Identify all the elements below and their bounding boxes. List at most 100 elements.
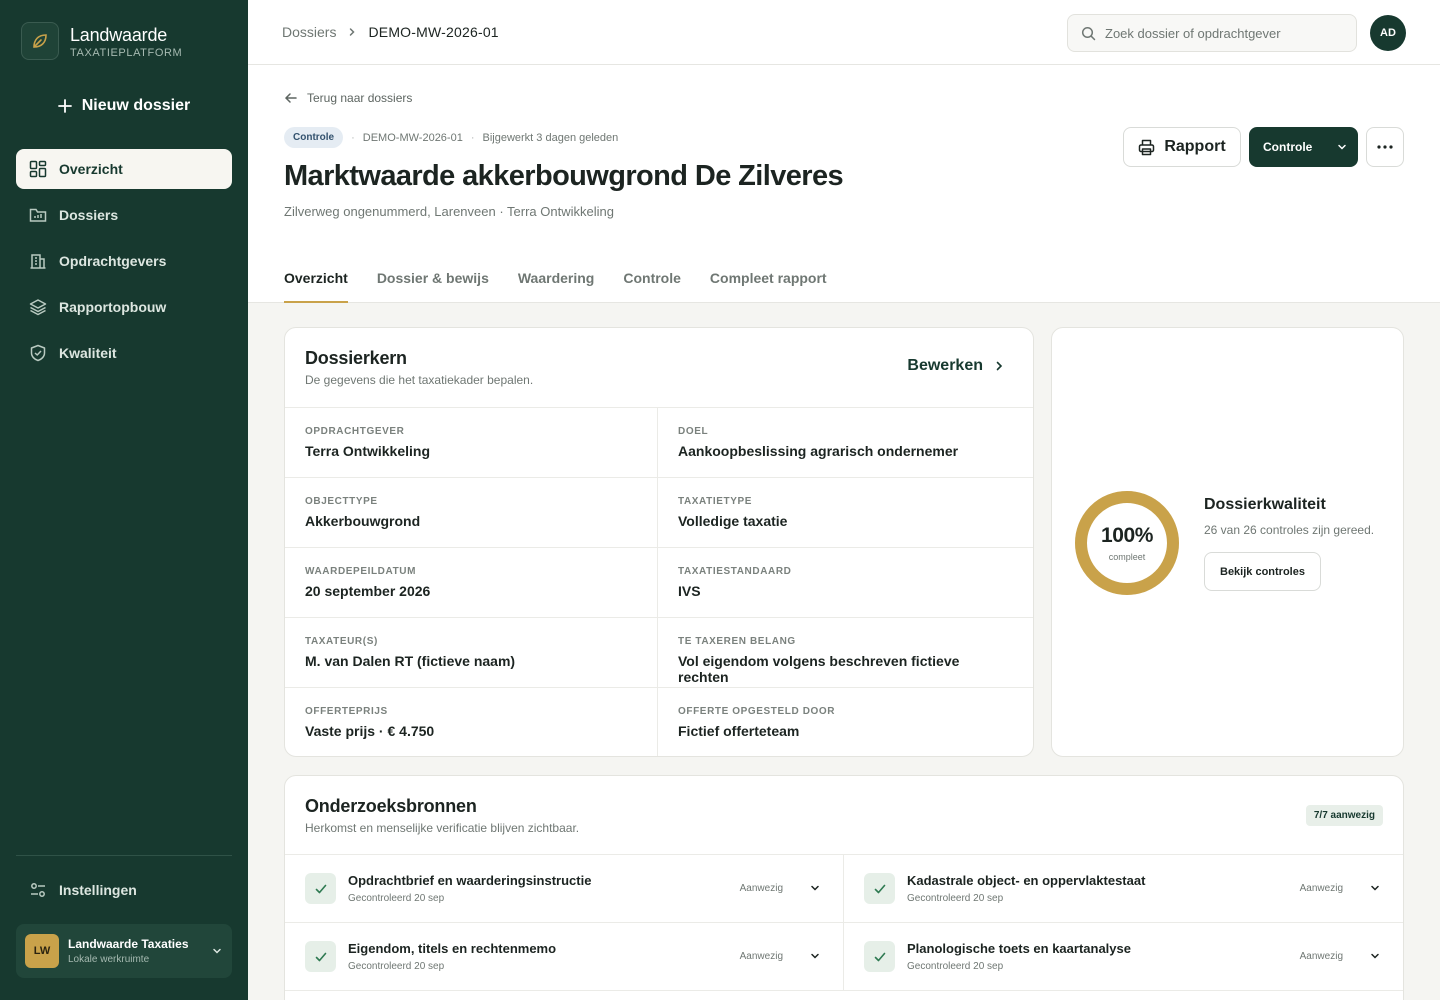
chevron-right-icon: [350, 28, 356, 36]
field-value: Akkerbouwgrond: [305, 513, 421, 529]
brand-name: Landwaarde: [70, 24, 168, 45]
workspace-switcher[interactable]: LW Landwaarde Taxaties Lokale werkruimte: [16, 924, 232, 978]
page-title: Marktwaarde akkerbouwgrond De Zilveres: [284, 160, 844, 192]
sidebar-item-opdrachtgevers[interactable]: Opdrachtgevers: [16, 241, 232, 281]
breadcrumb-dossiers[interactable]: Dossiers: [282, 24, 336, 40]
user-avatar[interactable]: AD: [1370, 15, 1406, 51]
sidebar-item-rapportopbouw[interactable]: Rapportopbouw: [16, 287, 232, 327]
breadcrumb: Dossiers DEMO-MW-2026-01: [282, 24, 499, 40]
field-offerteprijs: OFFERTEPRIJS Vaste prijs · € 4.750: [285, 688, 658, 756]
source-status: Aanwezig: [1299, 951, 1343, 962]
search-icon: [1081, 26, 1096, 40]
page-header: Terug naar dossiers Controle · DEMO-MW-2…: [248, 65, 1440, 303]
sidebar-item-label: Opdrachtgevers: [59, 253, 167, 269]
source-name: Kadastrale object- en oppervlaktestaat: [907, 873, 1146, 888]
controle-label: Controle: [1263, 140, 1313, 154]
separator-dot: ·: [351, 131, 355, 144]
brand[interactable]: Landwaarde TAXATIEPLATFORM: [21, 22, 182, 60]
source-status: Aanwezig: [739, 883, 783, 894]
tab-waardering[interactable]: Waardering: [518, 270, 595, 303]
check-icon: [864, 941, 895, 972]
dossier-fields: OPDRACHTGEVER Terra Ontwikkeling DOEL Aank…: [285, 408, 1033, 756]
source-checked: Gecontroleerd 20 sep: [907, 961, 1004, 972]
field-te-taxeren-belang: TE TAXEREN BELANG Vol eigendom volgens be…: [658, 618, 1033, 688]
list-item[interactable]: Eigendom, titels en rechtenmemo Gecontro…: [285, 923, 844, 991]
breadcrumb-current: DEMO-MW-2026-01: [368, 24, 499, 40]
tab-dossier-bewijs[interactable]: Dossier & bewijs: [377, 270, 489, 303]
shield-check-icon: [30, 344, 46, 362]
dossier-meta: Controle · DEMO-MW-2026-01 · Bijgewerkt …: [284, 127, 618, 148]
chevron-down-icon: [1338, 144, 1346, 150]
new-dossier-button[interactable]: Nieuw dossier: [16, 84, 232, 128]
topbar: Dossiers DEMO-MW-2026-01 Zoek dossier of…: [248, 0, 1440, 65]
chevron-down-icon[interactable]: [809, 882, 821, 894]
dossierkwaliteit-card: 100% compleet Dossierkwaliteit 26 van 26…: [1051, 327, 1404, 757]
sidebar-item-dossiers[interactable]: Dossiers: [16, 195, 232, 235]
tab-controle[interactable]: Controle: [623, 270, 681, 303]
source-checked: Gecontroleerd 20 sep: [348, 893, 445, 904]
separator-dot: ·: [470, 131, 475, 144]
brand-subtitle: TAXATIEPLATFORM: [70, 46, 183, 59]
more-horizontal-icon: [1377, 145, 1393, 149]
list-item[interactable]: Opdrachtbrief en waarderingsinstructie G…: [285, 855, 844, 923]
tab-compleet-rapport[interactable]: Compleet rapport: [710, 270, 827, 303]
rapport-button[interactable]: Rapport: [1123, 127, 1241, 167]
workspace-subtitle: Lokale werkruimte: [68, 954, 150, 965]
quality-subtitle: 26 van 26 controles zijn gereed.: [1204, 523, 1375, 537]
sidebar-item-kwaliteit[interactable]: Kwaliteit: [16, 333, 232, 373]
sidebar-item-label: Kwaliteit: [59, 345, 117, 361]
list-item[interactable]: Planologische toets en kaartanalyse Geco…: [844, 923, 1403, 991]
field-value: Vaste prijs · € 4.750: [305, 723, 435, 739]
sidebar-item-instellingen[interactable]: Instellingen: [16, 870, 232, 910]
field-label: OFFERTEPRIJS: [305, 706, 388, 717]
source-status: Aanwezig: [1299, 883, 1343, 894]
field-value: Vol eigendom volgens beschreven fictieve…: [678, 653, 960, 685]
folder-icon: [29, 208, 47, 222]
sidebar-item-overzicht[interactable]: Overzicht: [16, 149, 232, 189]
field-label: OFFERTE OPGESTELD DOOR: [678, 706, 836, 717]
workspace-avatar: LW: [25, 934, 59, 968]
dossierkern-card: Dossierkern De gegevens die het taxatiek…: [284, 327, 1034, 757]
more-options-button[interactable]: [1366, 127, 1404, 167]
sidebar-item-label: Overzicht: [59, 161, 123, 177]
field-opdrachtgever: OPDRACHTGEVER Terra Ontwikkeling: [285, 408, 658, 478]
field-value: IVS: [678, 583, 701, 599]
controle-dropdown-button[interactable]: Controle: [1249, 127, 1358, 167]
leaf-logo-icon: [21, 22, 59, 60]
plus-icon: [57, 99, 72, 113]
settings-label: Instellingen: [59, 882, 137, 898]
rapport-label: Rapport: [1164, 138, 1226, 155]
sidebar: Landwaarde TAXATIEPLATFORM Nieuw dossier…: [0, 0, 248, 1000]
sources-list: Opdrachtbrief en waarderingsinstructie G…: [285, 855, 1403, 991]
chevron-down-icon[interactable]: [809, 950, 821, 962]
chevron-down-icon[interactable]: [1369, 950, 1381, 962]
updated-text: Bijgewerkt 3 dagen geleden: [482, 131, 619, 144]
quality-percent: 100%: [1100, 524, 1154, 547]
field-offerte-opgesteld-door: OFFERTE OPGESTELD DOOR Fictief offertetea…: [658, 688, 1033, 756]
source-name: Opdrachtbrief en waarderingsinstructie: [348, 873, 592, 888]
check-icon: [305, 941, 336, 972]
tab-overzicht[interactable]: Overzicht: [284, 270, 348, 303]
chevron-down-icon[interactable]: [1369, 882, 1381, 894]
field-value: Terra Ontwikkeling: [305, 443, 430, 459]
search-input[interactable]: Zoek dossier of opdrachtgever: [1067, 14, 1357, 52]
field-label: TAXATIETYPE: [678, 496, 753, 507]
sources-count-badge: 7/7 aanwezig: [1305, 805, 1383, 826]
check-icon: [305, 873, 336, 904]
page-subtitle: Zilverweg ongenummerd, Larenveen · Terra…: [284, 204, 614, 219]
sidebar-divider: [16, 855, 232, 856]
field-label: TE TAXEREN BELANG: [678, 636, 796, 647]
onderzoeksbronnen-card: Onderzoeksbronnen Herkomst en menselijke…: [284, 775, 1404, 1000]
layers-icon: [29, 299, 47, 316]
edit-button[interactable]: Bewerken: [907, 357, 1005, 375]
card-title: Dossierkern: [305, 348, 407, 368]
bekijk-controles-button[interactable]: Bekijk controles: [1204, 552, 1321, 591]
field-objecttype: OBJECTTYPE Akkerbouwgrond: [285, 478, 658, 548]
chevron-down-icon: [213, 948, 221, 954]
printer-icon: [1139, 139, 1155, 155]
list-item[interactable]: Kadastrale object- en oppervlaktestaat G…: [844, 855, 1403, 923]
field-value: M. van Dalen RT (fictieve naam): [305, 653, 516, 669]
back-link[interactable]: Terug naar dossiers: [284, 91, 412, 105]
field-label: OBJECTTYPE: [305, 496, 378, 507]
field-label: TAXATIESTANDAARD: [678, 566, 792, 577]
